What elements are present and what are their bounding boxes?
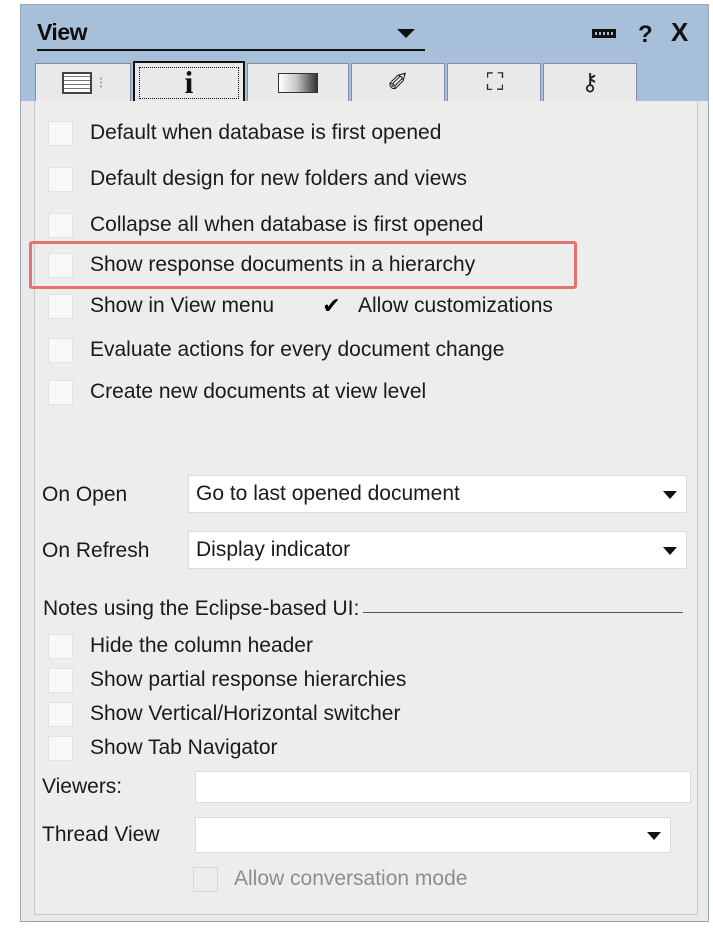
key-icon: ⚷	[581, 69, 599, 96]
option-allow-conversation: Allow conversation mode	[193, 861, 467, 897]
default-open-checkbox[interactable]	[48, 120, 73, 146]
chevron-down-icon	[647, 832, 661, 840]
tab-style[interactable]	[247, 63, 349, 101]
on-open-dropdown[interactable]: Go to last opened document	[188, 475, 687, 513]
table-grid-icon: ⁝	[62, 71, 104, 94]
show-in-menu-label: Show in View menu	[90, 294, 275, 317]
dialog-title: View	[37, 19, 88, 45]
show-tab-navigator-checkbox[interactable]	[48, 735, 73, 761]
evaluate-actions-label: Evaluate actions for every document chan…	[90, 338, 505, 361]
evaluate-actions-checkbox[interactable]	[48, 337, 73, 363]
show-in-menu-checkbox[interactable]	[48, 293, 73, 319]
create-new-docs-label: Create new documents at view level	[90, 380, 427, 403]
tab-security[interactable]: ⚷	[543, 63, 637, 101]
option-default-open: Default when database is first opened	[35, 115, 441, 151]
create-new-docs-checkbox[interactable]	[48, 379, 73, 405]
thread-view-label: Thread View	[42, 823, 160, 846]
help-button[interactable]: ?	[638, 21, 653, 49]
chart-icon: ⛶	[486, 68, 504, 96]
option-show-partial: Show partial response hierarchies	[35, 665, 406, 695]
eclipse-group-heading: Notes using the Eclipse-based UI:	[43, 597, 360, 620]
option-evaluate-actions: Evaluate actions for every document chan…	[35, 332, 504, 368]
allow-conversation-label: Allow conversation mode	[234, 867, 468, 890]
show-partial-checkbox[interactable]	[48, 667, 73, 693]
close-button[interactable]: X	[671, 19, 688, 45]
properties-type-dropdown[interactable]: View	[37, 19, 425, 51]
hide-column-header-label: Hide the column header	[90, 634, 313, 657]
dock-icon[interactable]	[592, 29, 616, 38]
tab-font[interactable]: ✐	[351, 63, 445, 101]
tab-strip: ⁝ i ✐ ⛶ ⚷	[21, 57, 708, 101]
option-allow-customizations: Allow customizations	[319, 288, 553, 324]
pen-icon: ✐	[387, 67, 409, 97]
view-properties-dialog: View ? X ⁝ i ✐ ⛶ ⚷ Default when database…	[20, 4, 709, 922]
option-default-design: Default design for new folders and views	[35, 161, 467, 197]
on-refresh-label: On Refresh	[42, 539, 150, 562]
option-show-hierarchy: Show response documents in a hierarchy	[35, 247, 475, 283]
tab-basics[interactable]: ⁝	[35, 63, 131, 101]
allow-customizations-checkbox[interactable]	[319, 294, 344, 319]
on-refresh-dropdown[interactable]: Display indicator	[188, 531, 687, 569]
focus-rectangle	[139, 67, 239, 99]
option-show-in-menu: Show in View menu	[35, 288, 274, 324]
allow-customizations-label: Allow customizations	[358, 294, 553, 317]
group-divider	[363, 612, 683, 613]
option-collapse-all: Collapse all when database is first open…	[35, 207, 483, 243]
info-tab-panel: Default when database is first opened De…	[29, 101, 698, 915]
show-switcher-checkbox[interactable]	[48, 701, 73, 727]
option-create-new-docs: Create new documents at view level	[35, 374, 426, 410]
chevron-down-icon	[397, 29, 415, 38]
tab-info[interactable]: i	[133, 61, 245, 101]
show-tab-navigator-label: Show Tab Navigator	[90, 736, 278, 759]
tab-advanced[interactable]: ⛶	[447, 63, 541, 101]
collapse-all-label: Collapse all when database is first open…	[90, 213, 484, 236]
chevron-down-icon	[663, 491, 677, 499]
option-hide-column-header: Hide the column header	[35, 631, 313, 661]
show-partial-label: Show partial response hierarchies	[90, 668, 407, 691]
on-refresh-value: Display indicator	[196, 538, 351, 561]
show-switcher-label: Show Vertical/Horizontal switcher	[90, 702, 401, 725]
hide-column-header-checkbox[interactable]	[48, 633, 73, 659]
title-bar: View ? X	[21, 5, 708, 57]
on-open-value: Go to last opened document	[196, 482, 460, 505]
default-design-label: Default design for new folders and views	[90, 167, 468, 190]
chevron-down-icon	[663, 547, 677, 555]
default-open-label: Default when database is first opened	[90, 121, 442, 144]
collapse-all-checkbox[interactable]	[48, 212, 73, 238]
option-show-tab-navigator: Show Tab Navigator	[35, 733, 278, 763]
option-show-switcher: Show Vertical/Horizontal switcher	[35, 699, 400, 729]
allow-conversation-checkbox[interactable]	[193, 866, 218, 892]
show-hierarchy-checkbox[interactable]	[48, 252, 73, 278]
thread-view-dropdown[interactable]	[195, 817, 671, 853]
viewers-input[interactable]	[195, 771, 691, 803]
gradient-icon	[278, 72, 318, 93]
viewers-label: Viewers:	[42, 775, 123, 798]
show-hierarchy-label: Show response documents in a hierarchy	[90, 253, 476, 276]
on-open-label: On Open	[42, 483, 128, 506]
default-design-checkbox[interactable]	[48, 166, 73, 192]
